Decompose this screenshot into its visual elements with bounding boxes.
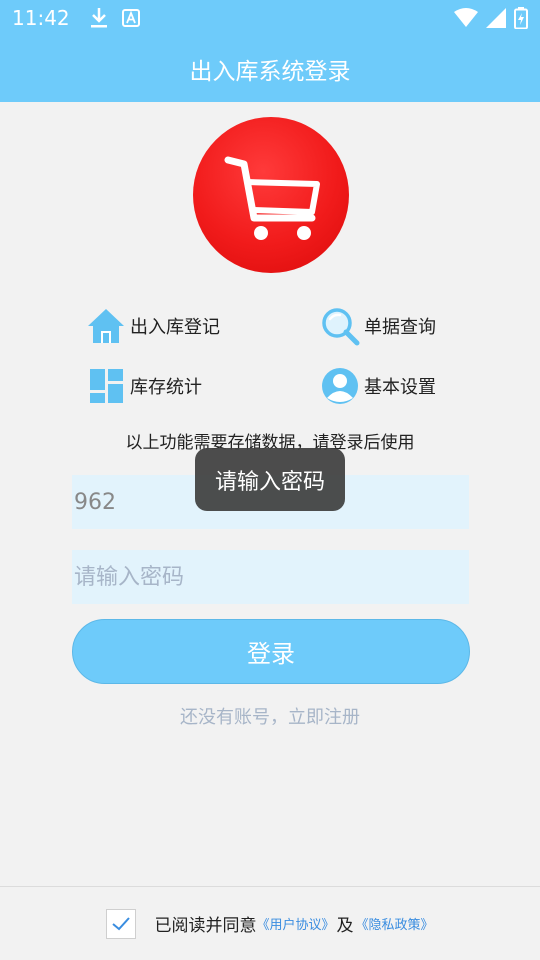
app-notification-icon: [121, 9, 140, 27]
page-title: 出入库系统登录: [189, 59, 351, 85]
app-logo: [193, 117, 349, 273]
feature-inventory-stats[interactable]: 库存统计: [86, 366, 202, 406]
wifi-icon: [454, 8, 478, 27]
toast-message: 请输入密码: [195, 448, 345, 511]
status-bar: 11:42: [0, 0, 540, 36]
home-icon: [86, 306, 126, 346]
feature-basic-settings-label: 基本设置: [364, 377, 436, 398]
register-link[interactable]: 还没有账号，立即注册: [0, 703, 540, 729]
status-time: 11:42: [12, 6, 70, 30]
battery-icon: [514, 7, 528, 29]
signal-icon: [486, 8, 506, 28]
shopping-cart-icon: [224, 156, 320, 240]
feature-document-query-label: 单据查询: [364, 317, 436, 338]
agreement-bar: 已阅读并同意 《用户协议》 及 《隐私政策》: [0, 886, 540, 960]
password-input[interactable]: [72, 550, 469, 604]
title-bar: 出入库系统登录: [0, 36, 540, 102]
download-icon: [90, 8, 107, 28]
agreement-text: 已阅读并同意: [154, 916, 257, 936]
search-icon: [320, 306, 360, 346]
status-notification-icons: [90, 7, 140, 29]
agreement-checkbox[interactable]: [106, 908, 137, 939]
feature-inventory-stats-label: 库存统计: [130, 377, 202, 398]
status-system-icons: [454, 7, 528, 29]
feature-stock-register[interactable]: 出入库登记: [86, 306, 220, 346]
checkmark-icon: [112, 916, 131, 930]
login-button[interactable]: 登录: [72, 619, 470, 684]
feature-basic-settings[interactable]: 基本设置: [320, 366, 436, 406]
user-avatar-icon: [320, 366, 360, 406]
feature-document-query[interactable]: 单据查询: [320, 306, 436, 346]
user-agreement-link[interactable]: 《用户协议》: [256, 914, 334, 933]
privacy-policy-link[interactable]: 《隐私政策》: [356, 914, 434, 933]
agreement-and-text: 及: [336, 916, 354, 936]
feature-stock-register-label: 出入库登记: [130, 317, 220, 338]
grid-icon: [86, 366, 126, 406]
